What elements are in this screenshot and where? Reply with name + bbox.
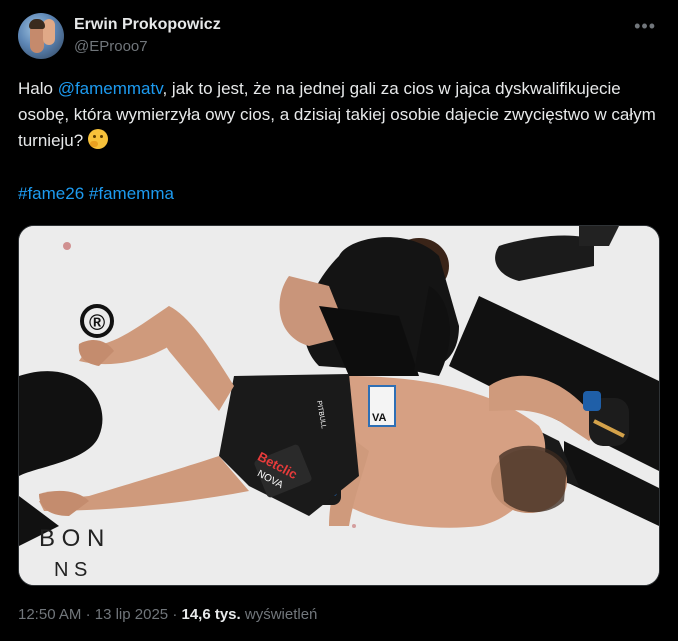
mention-link[interactable]: @famemmatv: [58, 79, 163, 98]
author-handle[interactable]: @EProoo7: [74, 38, 148, 55]
hashtag-link[interactable]: #fame26: [18, 184, 84, 203]
tweet-date[interactable]: 13 lip 2025: [95, 606, 168, 623]
separator: ·: [85, 606, 91, 623]
separator: ·: [172, 606, 178, 623]
tweet-time[interactable]: 12:50 AM: [18, 606, 81, 623]
waist-sponsor: VA: [372, 412, 387, 424]
tweet-text-part: Halo: [18, 79, 58, 98]
tweet-text: Halo @famemmatv, jak to jest, że na jedn…: [18, 76, 658, 154]
hashtags: #fame26 #famemma: [18, 184, 174, 204]
avatar[interactable]: [18, 13, 64, 59]
more-icon[interactable]: •••: [634, 16, 656, 37]
views-count[interactable]: 14,6 tys.: [181, 606, 240, 623]
tweet: Erwin Prokopowicz @EProoo7 ••• Halo @fam…: [0, 0, 678, 641]
views-label: wyświetleń: [244, 606, 318, 623]
mat-letters: B O N: [39, 525, 104, 552]
mat-letters-2: N S: [54, 559, 87, 581]
thinking-face-icon: [87, 129, 108, 149]
author-name[interactable]: Erwin Prokopowicz: [74, 16, 221, 34]
tweet-photo[interactable]: ® B O N N S Betclic NOVA PITBULL VA: [18, 225, 660, 586]
registered-mark: ®: [89, 310, 105, 335]
hashtag-link[interactable]: #famemma: [89, 184, 174, 203]
tweet-meta: 12:50 AM · 13 lip 2025 · 14,6 tys. wyświ…: [18, 606, 317, 623]
